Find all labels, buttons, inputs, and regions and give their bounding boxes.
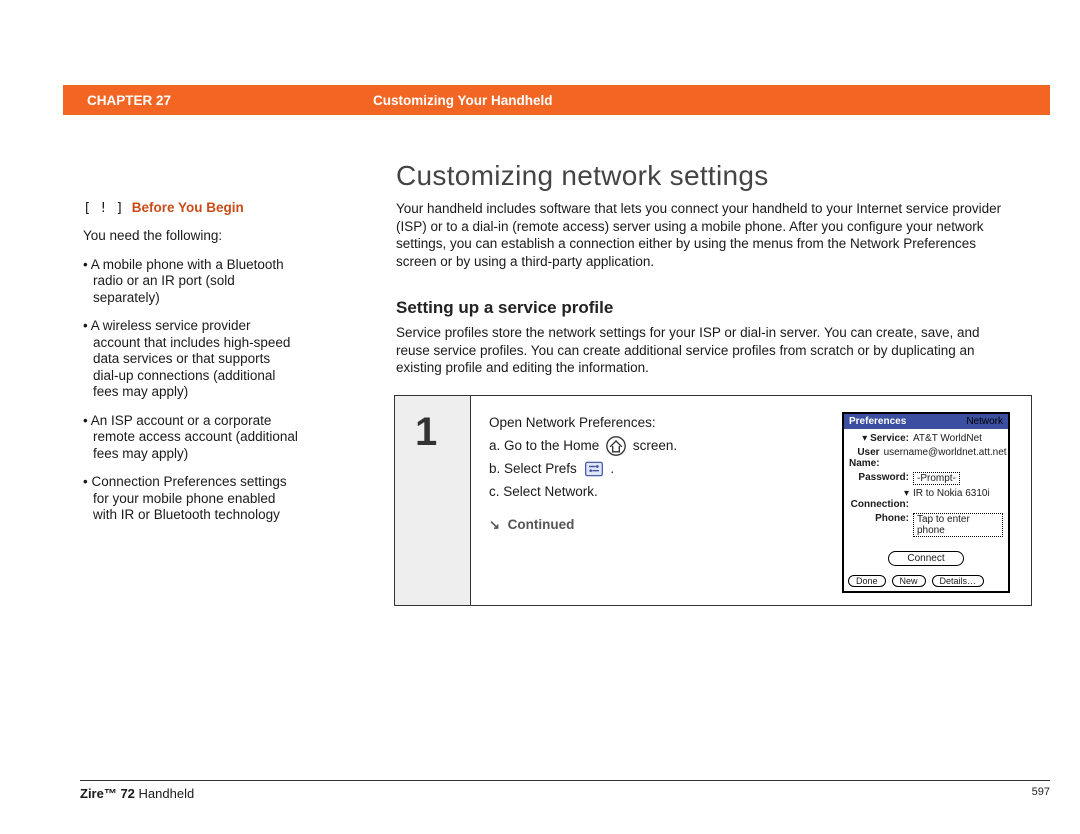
step-instructions: Open Network Preferences: a. Go to the H… bbox=[471, 396, 835, 605]
palm-phone-label: Phone: bbox=[849, 513, 913, 524]
list-item: A wireless service provider account that… bbox=[83, 318, 298, 400]
palm-done-button: Done bbox=[848, 575, 886, 587]
step-a: a. Go to the Home screen. bbox=[489, 435, 823, 458]
palm-titlebar: Preferences Network bbox=[844, 414, 1008, 429]
step-c: c. Select Network. bbox=[489, 481, 823, 504]
chapter-header-bar: CHAPTER 27 Customizing Your Handheld bbox=[63, 85, 1050, 115]
palm-username-label: User Name: bbox=[849, 447, 884, 469]
before-you-begin-heading: Before You Begin bbox=[132, 200, 244, 215]
alert-brackets: [ ! ] bbox=[83, 200, 132, 216]
list-item: An ISP account or a corporate remote acc… bbox=[83, 413, 298, 462]
home-icon bbox=[606, 436, 626, 456]
before-you-begin-sidebar: [ ! ] Before You Begin You need the foll… bbox=[83, 200, 298, 536]
page-number: 597 bbox=[1032, 786, 1050, 801]
palm-screenshot: Preferences Network Service: AT&T WorldN… bbox=[835, 396, 1031, 605]
product-name: Zire™ 72 Handheld bbox=[80, 786, 194, 801]
palm-phone-value: Tap to enter phone bbox=[913, 513, 1003, 537]
step-b: b. Select Prefs . bbox=[489, 458, 823, 481]
list-item: Connection Preferences settings for your… bbox=[83, 474, 298, 523]
section-heading: Setting up a service profile bbox=[396, 298, 1016, 318]
section-intro: Service profiles store the network setti… bbox=[396, 324, 1016, 377]
palm-password-value: -Prompt- bbox=[913, 472, 960, 485]
continued-indicator: ↘ Continued bbox=[489, 514, 823, 537]
continued-arrow-icon: ↘ bbox=[489, 514, 500, 536]
step-1-box: 1 Open Network Preferences: a. Go to the… bbox=[394, 395, 1032, 606]
page-heading: Customizing network settings bbox=[396, 160, 1016, 192]
prefs-icon bbox=[584, 459, 604, 479]
step-number: 1 bbox=[395, 396, 471, 605]
palm-new-button: New bbox=[892, 575, 926, 587]
sidebar-intro: You need the following: bbox=[83, 228, 298, 244]
palm-username-value: username@worldnet.att.net bbox=[884, 447, 1007, 458]
step-lead: Open Network Preferences: bbox=[489, 412, 823, 435]
palm-category: Network bbox=[966, 416, 1003, 427]
palm-service-value: AT&T WorldNet bbox=[913, 433, 1003, 444]
palm-connection-value: IR to Nokia 6310i bbox=[913, 488, 1003, 499]
palm-connection-label: Connection: bbox=[851, 499, 909, 510]
intro-paragraph: Your handheld includes software that let… bbox=[396, 200, 1016, 270]
palm-app-title: Preferences bbox=[849, 416, 906, 427]
palm-connect-button: Connect bbox=[888, 551, 963, 566]
palm-service-label: Service: bbox=[870, 433, 909, 444]
chapter-label: CHAPTER 27 bbox=[63, 93, 373, 108]
requirements-list: A mobile phone with a Bluetooth radio or… bbox=[83, 257, 298, 524]
chapter-title: Customizing Your Handheld bbox=[373, 93, 553, 108]
palm-preferences-window: Preferences Network Service: AT&T WorldN… bbox=[842, 412, 1010, 593]
palm-password-label: Password: bbox=[849, 472, 913, 483]
list-item: A mobile phone with a Bluetooth radio or… bbox=[83, 257, 298, 306]
page-footer: Zire™ 72 Handheld 597 bbox=[80, 780, 1050, 801]
main-content: Customizing network settings Your handhe… bbox=[396, 160, 1016, 606]
palm-details-button: Details… bbox=[932, 575, 985, 587]
